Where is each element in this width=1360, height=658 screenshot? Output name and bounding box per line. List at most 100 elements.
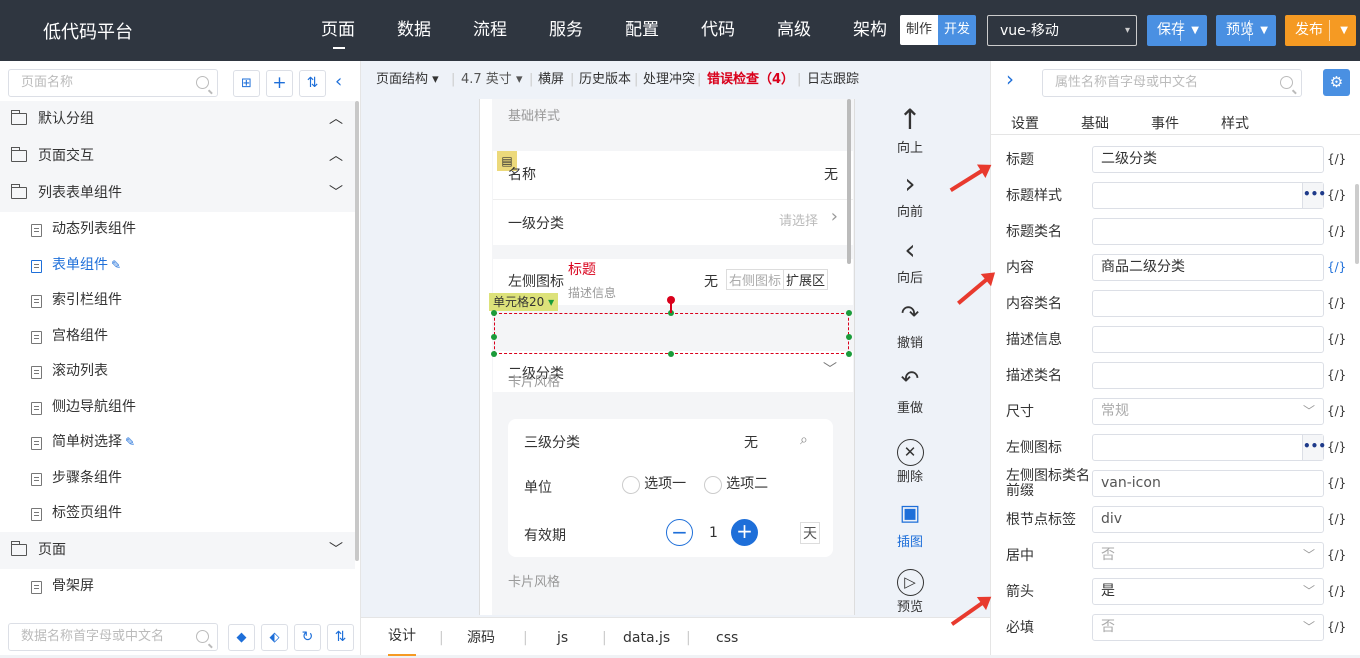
prop-desc-input[interactable] xyxy=(1092,326,1324,353)
list-item[interactable]: 动态列表组件 xyxy=(0,212,355,248)
nav-service[interactable]: 服务 xyxy=(528,0,604,61)
right-scrollbar[interactable] xyxy=(1355,184,1359,264)
group-interaction[interactable]: 页面交互 ︿ xyxy=(0,138,355,175)
save-button[interactable]: 保存 ▼ xyxy=(1147,15,1207,46)
gear-icon[interactable]: ⚙ xyxy=(1323,69,1350,96)
code-toggle-icon[interactable]: {/} xyxy=(1327,368,1346,382)
property-search-input[interactable]: 属性名称首字母或中文名 xyxy=(1042,69,1302,97)
prop-title-input[interactable]: 二级分类 xyxy=(1092,146,1324,173)
prop-left-icon-input[interactable]: ••• xyxy=(1092,434,1326,461)
code-toggle-icon[interactable]: {/} xyxy=(1327,332,1346,346)
prop-root-tag-input[interactable]: div xyxy=(1092,506,1324,533)
caret-down-icon[interactable]: ▼ xyxy=(1260,15,1268,46)
group-default[interactable]: 默认分组 ︿ xyxy=(0,101,355,138)
prop-arrow-select[interactable]: 是 ﹀ xyxy=(1092,578,1324,605)
publish-button[interactable]: 发布 ▼ xyxy=(1285,15,1356,46)
code-toggle-icon[interactable]: {/} xyxy=(1327,188,1346,202)
list-item[interactable]: 索引栏组件 xyxy=(0,283,355,319)
code-toggle-icon[interactable]: {/} xyxy=(1327,620,1346,634)
prop-size-select[interactable]: 常规 ﹀ xyxy=(1092,398,1324,425)
code-toggle-icon[interactable]: {/} xyxy=(1327,296,1346,310)
nav-flow[interactable]: 流程 xyxy=(452,0,528,61)
prop-title-class-input[interactable] xyxy=(1092,218,1324,245)
preview-button[interactable]: 预览 ▼ xyxy=(1216,15,1276,46)
tab-design[interactable]: 设计 xyxy=(388,618,416,656)
list-item[interactable]: 步骤条组件 xyxy=(0,461,355,497)
radio-option1[interactable]: 选项一 xyxy=(622,473,686,494)
list-item[interactable]: 宫格组件 xyxy=(0,319,355,355)
prop-required-select[interactable]: 否 ﹀ xyxy=(1092,614,1324,641)
tab-basic[interactable]: 基础 xyxy=(1081,113,1109,133)
code-toggle-icon[interactable]: {/} xyxy=(1327,440,1346,454)
cell-name[interactable]: ▤ 名称 无 xyxy=(493,151,853,199)
chevron-right-icon[interactable]: › xyxy=(1006,67,1014,91)
mode-make-button[interactable]: 制作 xyxy=(900,15,938,45)
tab-js[interactable]: js xyxy=(557,618,568,658)
radio-option2[interactable]: 选项二 xyxy=(704,473,768,494)
collapse-panel-icon[interactable]: ‹ xyxy=(335,71,342,92)
history-button[interactable]: 历史版本 xyxy=(579,61,631,99)
cell-category1[interactable]: 一级分类 请选择 › xyxy=(493,199,853,245)
device-select[interactable]: vue-移动 ▾ xyxy=(987,15,1137,46)
rotate-handle[interactable] xyxy=(667,296,675,304)
preview-action-button[interactable]: ▷ 预览 xyxy=(885,561,935,615)
list-item[interactable]: 简单树选择 ✎ xyxy=(0,425,355,461)
conflict-button[interactable]: 处理冲突 xyxy=(643,61,695,99)
sort-button[interactable]: ⇅ xyxy=(299,70,326,97)
code-toggle-icon[interactable]: {/} xyxy=(1327,260,1346,274)
tag-icon[interactable]: ⬖ xyxy=(261,624,288,651)
tab-datajs[interactable]: data.js xyxy=(623,618,670,658)
list-item[interactable]: 骨架屏 xyxy=(0,569,355,605)
backward-button[interactable]: ‹ 向后 xyxy=(885,233,935,286)
delete-button[interactable]: ✕ 删除 xyxy=(885,431,935,485)
tab-source[interactable]: 源码 xyxy=(467,618,495,658)
screen-size-select[interactable]: 4.7 英寸 ▾ xyxy=(461,61,522,99)
list-item[interactable]: 侧边导航组件 xyxy=(0,390,355,426)
sort-icon[interactable]: ⇅ xyxy=(327,624,354,651)
nav-page[interactable]: 页面 xyxy=(300,0,376,61)
tab-events[interactable]: 事件 xyxy=(1151,113,1179,133)
prop-title-style-input[interactable]: ••• xyxy=(1092,182,1326,209)
group-list-form[interactable]: 列表表单组件 ﹀ xyxy=(0,175,355,212)
redo-button[interactable]: ↶ 重做 xyxy=(885,363,935,416)
left-scrollbar[interactable] xyxy=(355,101,359,561)
prop-center-select[interactable]: 否 ﹀ xyxy=(1092,542,1324,569)
more-icon[interactable]: ••• xyxy=(1302,183,1326,208)
prop-desc-class-input[interactable] xyxy=(1092,362,1324,389)
nav-config[interactable]: 配置 xyxy=(604,0,680,61)
code-toggle-icon[interactable]: {/} xyxy=(1327,404,1346,418)
forward-button[interactable]: › 向前 xyxy=(885,167,935,220)
nav-architecture[interactable]: 架构 xyxy=(832,0,908,61)
tab-settings[interactable]: 设置 xyxy=(1011,113,1039,133)
page-structure-menu[interactable]: 页面结构 ▾ xyxy=(376,61,439,99)
group-page[interactable]: 页面 ﹀ xyxy=(0,531,355,569)
code-toggle-icon[interactable]: {/} xyxy=(1327,584,1346,598)
nav-advanced[interactable]: 高级 xyxy=(756,0,832,61)
data-search-input[interactable]: 数据名称首字母或中文名 xyxy=(8,623,218,651)
search-icon[interactable]: ⌕ xyxy=(800,432,808,448)
prop-content-input[interactable]: 商品二级分类 xyxy=(1092,254,1324,281)
tab-styles[interactable]: 样式 xyxy=(1221,113,1249,133)
caret-down-icon[interactable]: ▼ xyxy=(1340,15,1348,46)
code-toggle-icon[interactable]: {/} xyxy=(1327,224,1346,238)
add-page-button[interactable]: + xyxy=(266,70,293,97)
add-folder-button[interactable]: ⊞ xyxy=(233,70,260,97)
code-toggle-icon[interactable]: {/} xyxy=(1327,548,1346,562)
undo-button[interactable]: ↷ 撤销 xyxy=(885,298,935,351)
phone-scrollbar[interactable] xyxy=(847,99,851,264)
code-toggle-icon[interactable]: {/} xyxy=(1327,476,1346,490)
page-search-input[interactable]: 页面名称 xyxy=(8,69,218,97)
pin-icon[interactable]: ◆ xyxy=(228,624,255,651)
move-up-button[interactable]: ↑ 向上 xyxy=(885,103,935,156)
caret-down-icon[interactable]: ▼ xyxy=(1191,15,1199,46)
minus-icon[interactable]: − xyxy=(666,519,693,546)
insert-image-button[interactable]: ▣ 插图 xyxy=(885,497,935,550)
selected-cell-tag[interactable]: 单元格20 ▾ xyxy=(489,293,559,311)
mode-dev-button[interactable]: 开发 xyxy=(938,15,976,45)
list-item[interactable]: 滚动列表 xyxy=(0,354,355,390)
list-item-selected[interactable]: 表单组件 ✎ xyxy=(0,248,355,284)
log-button[interactable]: 日志跟踪 xyxy=(807,61,859,99)
list-item[interactable]: 标签页组件 xyxy=(0,496,355,532)
landscape-button[interactable]: 横屏 xyxy=(538,61,564,99)
refresh-icon[interactable]: ↻ xyxy=(294,624,321,651)
